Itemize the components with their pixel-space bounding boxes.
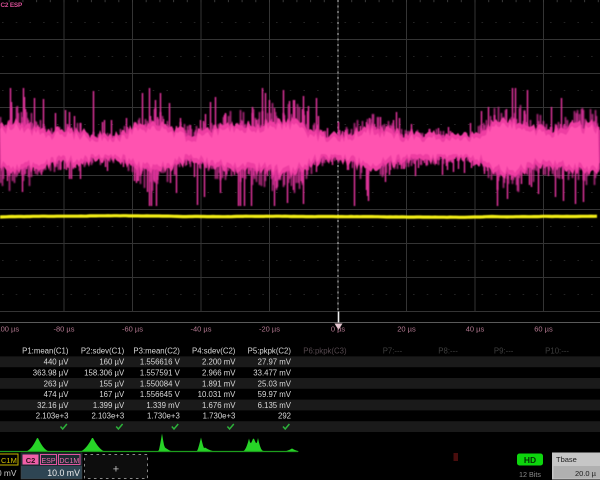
svg-text:2.103e+3: 2.103e+3 bbox=[36, 412, 69, 421]
svg-text:P10:---: P10:--- bbox=[545, 347, 569, 356]
svg-text:474 µV: 474 µV bbox=[44, 390, 70, 399]
svg-text:167 µV: 167 µV bbox=[99, 390, 125, 399]
svg-text:6.135 mV: 6.135 mV bbox=[258, 401, 292, 410]
svg-text:-80 µs: -80 µs bbox=[54, 325, 75, 334]
svg-text:1.730e+3: 1.730e+3 bbox=[147, 412, 180, 421]
svg-text:P8:---: P8:--- bbox=[438, 347, 458, 356]
svg-text:-40 µs: -40 µs bbox=[191, 325, 212, 334]
svg-text:-20 µs: -20 µs bbox=[259, 325, 280, 334]
svg-text:40 µs: 40 µs bbox=[466, 325, 485, 334]
svg-text:+: + bbox=[113, 464, 119, 476]
svg-text:P9:---: P9:--- bbox=[494, 347, 514, 356]
svg-text:1.676 mV: 1.676 mV bbox=[202, 401, 236, 410]
svg-text:440 µV: 440 µV bbox=[44, 358, 70, 367]
svg-text:1.550084 V: 1.550084 V bbox=[140, 379, 181, 388]
svg-text:363.98 µV: 363.98 µV bbox=[33, 369, 70, 378]
svg-text:25.03 mV: 25.03 mV bbox=[258, 379, 292, 388]
svg-text:-60 µs: -60 µs bbox=[122, 325, 143, 334]
svg-text:292: 292 bbox=[278, 412, 291, 421]
svg-text:ESP: ESP bbox=[41, 458, 55, 465]
svg-text:-100 µs: -100 µs bbox=[0, 325, 19, 334]
svg-text:1.556616 V: 1.556616 V bbox=[140, 358, 181, 367]
svg-text:20.0 µ: 20.0 µ bbox=[575, 469, 597, 478]
svg-text:160 µV: 160 µV bbox=[99, 358, 125, 367]
svg-text:HD: HD bbox=[524, 455, 536, 465]
svg-text:0 mV: 0 mV bbox=[0, 468, 17, 478]
svg-text:1.891 mV: 1.891 mV bbox=[202, 379, 236, 388]
svg-text:2.200 mV: 2.200 mV bbox=[202, 358, 236, 367]
svg-text:DC1M: DC1M bbox=[59, 458, 79, 465]
svg-text:33.477 mV: 33.477 mV bbox=[253, 369, 292, 378]
svg-text:C2: C2 bbox=[26, 456, 36, 465]
svg-text:P2:sdev(C1): P2:sdev(C1) bbox=[81, 347, 125, 356]
svg-text:27.97 mV: 27.97 mV bbox=[258, 358, 292, 367]
svg-text:1.339 mV: 1.339 mV bbox=[146, 401, 180, 410]
svg-text:155 µV: 155 µV bbox=[99, 379, 125, 388]
svg-text:2.966 mV: 2.966 mV bbox=[202, 369, 236, 378]
svg-text:1.399 µV: 1.399 µV bbox=[93, 401, 125, 410]
svg-text:1.557591 V: 1.557591 V bbox=[140, 369, 181, 378]
svg-text:1.730e+3: 1.730e+3 bbox=[203, 412, 236, 421]
svg-text:P4:sdev(C2): P4:sdev(C2) bbox=[192, 347, 236, 356]
svg-text:263 µV: 263 µV bbox=[44, 379, 70, 388]
svg-text:10.031 mV: 10.031 mV bbox=[198, 390, 237, 399]
svg-text:20 µs: 20 µs bbox=[397, 325, 416, 334]
svg-text:10.0 mV: 10.0 mV bbox=[47, 468, 80, 478]
svg-text:C1M: C1M bbox=[1, 456, 17, 465]
svg-text:C2 ESP: C2 ESP bbox=[1, 2, 23, 9]
svg-text:0 µs: 0 µs bbox=[331, 325, 346, 334]
svg-text:12 Bits: 12 Bits bbox=[519, 470, 541, 479]
svg-text:P3:mean(C2): P3:mean(C2) bbox=[133, 347, 180, 356]
svg-text:60 µs: 60 µs bbox=[534, 325, 553, 334]
svg-text:Tbase: Tbase bbox=[556, 455, 577, 464]
svg-text:59.97 mV: 59.97 mV bbox=[258, 390, 292, 399]
svg-text:P7:---: P7:--- bbox=[383, 347, 403, 356]
svg-text:2.103e+3: 2.103e+3 bbox=[91, 412, 124, 421]
svg-text:P6:pkpk(C3): P6:pkpk(C3) bbox=[303, 347, 347, 356]
svg-text:32.16 µV: 32.16 µV bbox=[37, 401, 69, 410]
svg-text:P5:pkpk(C2): P5:pkpk(C2) bbox=[248, 347, 292, 356]
svg-text:P1:mean(C1): P1:mean(C1) bbox=[22, 347, 69, 356]
svg-text:1.556645 V: 1.556645 V bbox=[140, 390, 181, 399]
svg-text:158.306 µV: 158.306 µV bbox=[84, 369, 125, 378]
